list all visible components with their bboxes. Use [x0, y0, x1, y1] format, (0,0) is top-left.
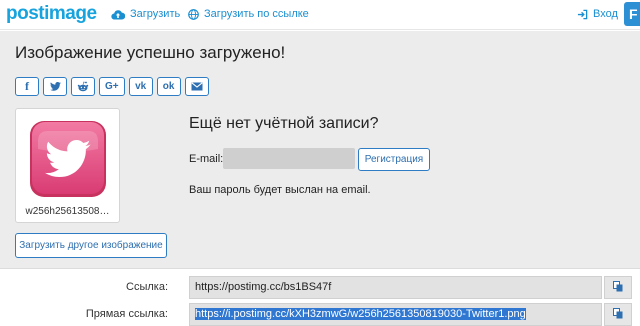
top-nav: postimage Загрузить Загрузить по ссылке …	[0, 0, 640, 30]
globe-icon	[188, 8, 199, 20]
page-link-field[interactable]: https://postimg.cc/bs1BS47f	[189, 276, 602, 299]
reddit-icon	[77, 81, 89, 92]
odnoklassniki-icon: ok	[162, 81, 175, 92]
copy-icon	[613, 306, 623, 324]
upload-result-panel: Изображение успешно загружено! f G+ vk o…	[0, 31, 640, 269]
login-link[interactable]: Вход	[577, 8, 618, 20]
share-reddit-button[interactable]	[71, 77, 95, 96]
sign-in-icon	[577, 9, 588, 20]
register-button[interactable]: Регистрация	[358, 148, 430, 171]
google-plus-icon: G+	[105, 81, 119, 92]
email-field[interactable]	[223, 148, 355, 169]
share-google-plus-button[interactable]: G+	[99, 77, 125, 96]
upload-label: Загрузить	[130, 8, 181, 20]
twitter-icon	[49, 82, 61, 91]
link-row-page: Ссылка: https://postimg.cc/bs1BS47f	[0, 275, 640, 301]
page-link-value: https://postimg.cc/bs1BS47f	[195, 281, 332, 293]
uploaded-image-thumbnail[interactable]	[28, 119, 108, 199]
email-label: E-mail:	[189, 153, 224, 165]
site-logo[interactable]: postimage	[6, 3, 97, 25]
link-label: Ссылка:	[126, 281, 168, 293]
link-label: Прямая ссылка:	[85, 308, 168, 320]
no-account-heading: Ещё нет учётной записи?	[189, 115, 379, 132]
upload-another-image-button[interactable]: Загрузить другое изображение	[15, 233, 167, 258]
share-facebook-button[interactable]: f	[15, 77, 39, 96]
cloud-upload-icon	[111, 9, 125, 20]
share-odnoklassniki-button[interactable]: ok	[156, 77, 181, 96]
uploaded-image-filename: w256h25613508…	[25, 206, 110, 217]
uploaded-image-card[interactable]: w256h25613508…	[15, 108, 120, 223]
envelope-icon	[191, 82, 203, 91]
link-row-direct: Прямая ссылка: https://i.postimg.cc/kXH3…	[0, 302, 640, 326]
share-vk-button[interactable]: vk	[128, 77, 153, 96]
facebook-icon: f	[25, 79, 29, 93]
facebook-login-button[interactable]: F	[624, 2, 640, 26]
upload-by-url-link[interactable]: Загрузить по ссылке	[188, 8, 309, 20]
share-buttons: f G+ vk ok	[15, 77, 209, 96]
copy-icon	[613, 279, 623, 297]
direct-link-field[interactable]: https://i.postimg.cc/kXH3zmwG/w256h25613…	[189, 303, 602, 326]
direct-link-value: https://i.postimg.cc/kXH3zmwG/w256h25613…	[195, 308, 526, 320]
upload-link[interactable]: Загрузить	[111, 8, 180, 20]
upload-by-url-label: Загрузить по ссылке	[204, 8, 309, 20]
copy-page-link-button[interactable]	[604, 276, 632, 299]
share-twitter-button[interactable]	[43, 77, 67, 96]
login-label: Вход	[593, 8, 618, 20]
vk-icon: vk	[135, 81, 147, 92]
copy-direct-link-button[interactable]	[604, 303, 632, 326]
password-note: Ваш пароль будет выслан на email.	[189, 184, 371, 196]
share-email-button[interactable]	[184, 77, 209, 96]
page-title: Изображение успешно загружено!	[15, 43, 286, 62]
